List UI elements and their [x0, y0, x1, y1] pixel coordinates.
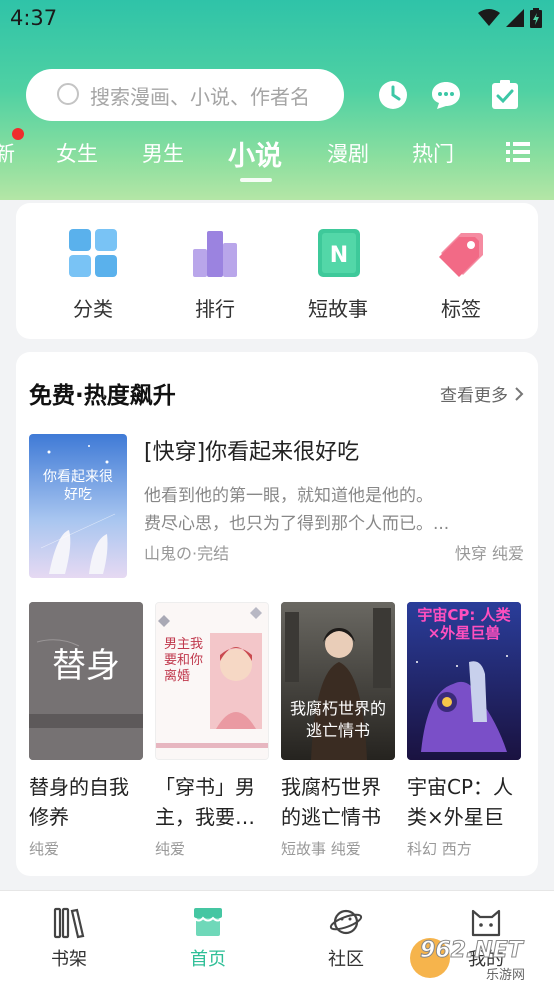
status-icons — [478, 8, 542, 28]
watermark: 962.NET 乐游网 — [406, 934, 546, 983]
n-book-icon: N — [318, 229, 360, 277]
history-clock-icon[interactable] — [378, 80, 408, 110]
notification-dot — [12, 128, 24, 140]
highlight-cover-art — [29, 434, 127, 578]
book-tags: 纯爱 — [29, 840, 60, 858]
book-cover: 替身 — [29, 602, 143, 760]
grid-icon — [69, 229, 117, 277]
highlight-book-cover[interactable]: 你看起来很好吃 — [29, 434, 127, 578]
quick-category[interactable]: 分类 — [43, 227, 143, 322]
chevron-right-icon — [515, 386, 524, 401]
see-more-label: 查看更多 — [440, 386, 508, 406]
see-more-link[interactable]: 查看更多 — [440, 381, 524, 406]
bookshelf-icon — [53, 907, 85, 939]
free-hot-section: 免费·热度飙升 查看更多 你看起来很好吃 [快穿]你看起来很好吃 他看到他的第一… — [16, 352, 538, 876]
book-tags: 短故事 纯爱 — [281, 840, 361, 858]
highlight-description: 他看到他的第一眼，就知道他是他的。 费尽心思，也只为了得到那个人而已。... — [144, 482, 484, 538]
quick-tag[interactable]: 标签 — [411, 227, 511, 322]
planet-icon — [329, 909, 363, 935]
quick-ranking[interactable]: 排行 — [165, 227, 265, 322]
book-tags: 纯爱 — [155, 840, 186, 858]
highlight-author: 山鬼の·完结 — [144, 544, 230, 563]
bar-chart-icon — [193, 231, 237, 277]
book-title: 我腐朽世界的逃亡情书 — [281, 775, 381, 829]
nav-community[interactable]: 社区 — [306, 905, 386, 971]
status-bar: 4:37 — [0, 0, 554, 40]
search-placeholder: 搜索漫画、小说、作者名 — [90, 84, 310, 109]
nav-bookshelf[interactable]: 书架 — [29, 905, 109, 971]
book-card[interactable]: 宇宙CP: 人类×外星巨兽 宇宙CP：人类×外星巨兽 科幻 西方 — [407, 602, 521, 859]
book-title: 替身的自我修养 — [29, 775, 129, 829]
highlight-cover-text: 你看起来很好吃 — [43, 469, 113, 503]
checkin-icon[interactable] — [490, 80, 520, 110]
tab-new[interactable]: 新 — [0, 138, 15, 168]
svg-text:N: N — [330, 243, 348, 268]
signal-icon — [506, 9, 524, 27]
book-cover-text: 男主我要和你离婚 — [164, 637, 204, 684]
book-cover: 男主我要和你离婚 — [155, 602, 269, 760]
nav-label-home: 首页 — [190, 949, 226, 970]
search-icon — [57, 83, 79, 105]
book-title: 宇宙CP：人类×外星巨兽 — [407, 775, 514, 829]
nav-home[interactable]: 首页 — [168, 905, 248, 971]
quick-label-category: 分类 — [73, 297, 113, 321]
book-card[interactable]: 男主我要和你离婚 「穿书」男主，我要… 纯爱 — [155, 602, 269, 859]
nav-label-bookshelf: 书架 — [51, 949, 87, 970]
tab-female[interactable]: 女生 — [56, 138, 98, 168]
quick-label-short-story: 短故事 — [308, 297, 368, 321]
battery-icon — [530, 8, 542, 28]
wifi-icon — [478, 9, 500, 26]
tab-hot[interactable]: 热门 — [412, 138, 454, 168]
category-tabs: 新 女生 男生 小说 漫剧 热门 — [0, 130, 554, 182]
highlight-tags: 快穿 纯爱 — [454, 544, 524, 563]
book-cover: 宇宙CP: 人类×外星巨兽 — [407, 602, 521, 760]
message-icon[interactable] — [431, 80, 461, 110]
shop-icon — [193, 908, 223, 936]
highlight-desc-line1: 他看到他的第一眼，就知道他是他的。 — [144, 486, 433, 506]
watermark-text: 962.NET — [420, 938, 524, 964]
search-input[interactable]: 搜索漫画、小说、作者名 — [26, 69, 344, 121]
book-cover: 我腐朽世界的逃亡情书 — [281, 602, 395, 760]
tab-indicator — [240, 178, 272, 182]
menu-icon[interactable] — [506, 142, 530, 162]
quick-label-ranking: 排行 — [195, 297, 235, 321]
book-cover-text: 我腐朽世界的逃亡情书 — [289, 699, 386, 740]
status-time: 4:37 — [10, 6, 58, 30]
tab-novel[interactable]: 小说 — [228, 134, 282, 173]
quick-label-tag: 标签 — [441, 297, 481, 321]
book-tags: 科幻 西方 — [407, 840, 472, 858]
tab-male[interactable]: 男生 — [142, 138, 184, 168]
book-card[interactable]: 我腐朽世界的逃亡情书 我腐朽世界的逃亡情书 短故事 纯爱 — [281, 602, 395, 859]
tab-manju[interactable]: 漫剧 — [327, 138, 369, 168]
nav-label-community: 社区 — [328, 949, 364, 970]
book-cover-text: 替身 — [52, 646, 120, 686]
quick-short-story[interactable]: N 短故事 — [288, 227, 388, 322]
section-title: 免费·热度飙升 — [29, 383, 176, 409]
book-cover-text: 宇宙CP: 人类×外星巨兽 — [417, 606, 511, 642]
book-card[interactable]: 替身 替身的自我修养 纯爱 — [29, 602, 143, 859]
highlight-title[interactable]: [快穿]你看起来很好吃 — [144, 434, 359, 466]
book-title: 「穿书」男主，我要… — [155, 775, 255, 829]
highlight-desc-line2: 费尽心思，也只为了得到那个人而已。... — [144, 514, 450, 534]
watermark-sub: 乐游网 — [486, 968, 526, 983]
tag-icon — [439, 233, 483, 277]
quick-entry-card: 分类 排行 N 短故事 标签 — [16, 203, 538, 339]
